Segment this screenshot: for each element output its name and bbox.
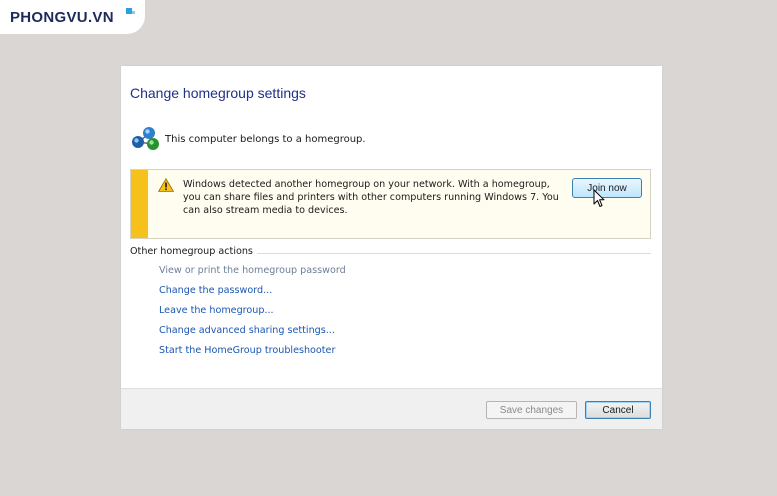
other-actions-header: Other homegroup actions bbox=[130, 246, 253, 257]
advanced-sharing-settings-link[interactable]: Change advanced sharing settings... bbox=[159, 325, 346, 345]
notice-accent-bar bbox=[131, 170, 148, 238]
homegroup-detected-notice: Windows detected another homegroup on yo… bbox=[130, 169, 651, 239]
watermark-dots-icon bbox=[126, 8, 135, 16]
homegroup-action-links: View or print the homegroup password Cha… bbox=[159, 265, 346, 365]
save-changes-button[interactable]: Save changes bbox=[486, 401, 577, 419]
dialog-footer: Save changes Cancel bbox=[121, 388, 662, 429]
watermark-logo-text: PHONGVU.VN bbox=[10, 8, 114, 26]
cancel-button[interactable]: Cancel bbox=[585, 401, 651, 419]
join-now-button[interactable]: Join now bbox=[572, 178, 642, 198]
page-title: Change homegroup settings bbox=[130, 85, 306, 101]
view-print-password-link[interactable]: View or print the homegroup password bbox=[159, 265, 346, 285]
section-divider bbox=[257, 253, 651, 254]
homegroup-icon bbox=[132, 127, 159, 150]
notice-message: Windows detected another homegroup on yo… bbox=[183, 179, 559, 216]
homegroup-troubleshooter-link[interactable]: Start the HomeGroup troubleshooter bbox=[159, 345, 346, 365]
warning-icon bbox=[158, 178, 174, 192]
homegroup-status-text: This computer belongs to a homegroup. bbox=[165, 134, 366, 145]
homegroup-settings-dialog: Change homegroup settings This computer … bbox=[121, 66, 662, 429]
change-password-link[interactable]: Change the password... bbox=[159, 285, 346, 305]
watermark-badge: PHONGVU.VN bbox=[0, 0, 145, 34]
leave-homegroup-link[interactable]: Leave the homegroup... bbox=[159, 305, 346, 325]
mouse-cursor-icon bbox=[593, 189, 605, 207]
